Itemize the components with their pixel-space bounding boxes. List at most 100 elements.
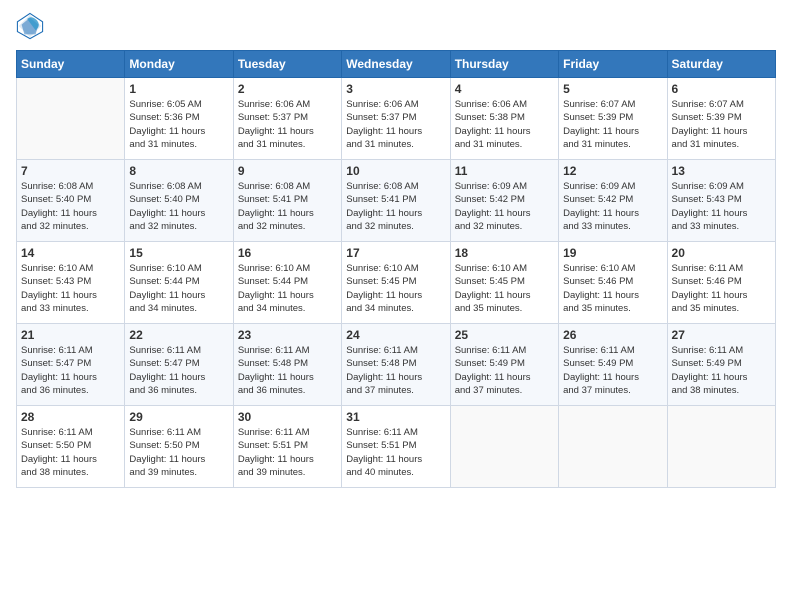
calendar-cell: 3 Sunrise: 6:06 AM Sunset: 5:37 PM Daylig… — [342, 78, 450, 160]
day-number: 14 — [21, 246, 120, 260]
day-number: 10 — [346, 164, 445, 178]
day-number: 28 — [21, 410, 120, 424]
weekday-header: Thursday — [450, 51, 558, 78]
day-number: 19 — [563, 246, 662, 260]
calendar-cell: 2Sunrise: 6:06 AM Sunset: 5:37 PM Daylig… — [233, 78, 341, 160]
day-info: Sunrise: 6:11 AM Sunset: 5:48 PM Dayligh… — [346, 344, 445, 397]
day-info: Sunrise: 6:10 AM Sunset: 5:46 PM Dayligh… — [563, 262, 662, 315]
calendar-cell: 10 Sunrise: 6:08 AM Sunset: 5:41 PM Dayli… — [342, 160, 450, 242]
day-info: Sunrise: 6:08 AM Sunset: 5:41 PM Dayligh… — [238, 180, 337, 233]
day-info: Sunrise: 6:11 AM Sunset: 5:50 PM Dayligh… — [129, 426, 228, 479]
weekday-header: Friday — [559, 51, 667, 78]
logo-icon — [16, 12, 44, 40]
calendar-cell: 24 Sunrise: 6:11 AM Sunset: 5:48 PM Dayli… — [342, 324, 450, 406]
calendar-week-row: 14 Sunrise: 6:10 AM Sunset: 5:43 PM Dayli… — [17, 242, 776, 324]
day-info: Sunrise: 6:11 AM Sunset: 5:49 PM Dayligh… — [455, 344, 554, 397]
day-info: Sunrise: 6:09 AM Sunset: 5:43 PM Dayligh… — [672, 180, 771, 233]
day-number: 30 — [238, 410, 337, 424]
day-info: Sunrise: 6:11 AM Sunset: 5:49 PM Dayligh… — [563, 344, 662, 397]
day-info: Sunrise: 6:08 AM Sunset: 5:40 PM Dayligh… — [21, 180, 120, 233]
calendar-cell: 4 Sunrise: 6:06 AM Sunset: 5:38 PM Daylig… — [450, 78, 558, 160]
calendar-cell: 22 Sunrise: 6:11 AM Sunset: 5:47 PM Dayli… — [125, 324, 233, 406]
calendar-cell — [450, 406, 558, 488]
calendar-cell: 6 Sunrise: 6:07 AM Sunset: 5:39 PM Daylig… — [667, 78, 775, 160]
day-number: 15 — [129, 246, 228, 260]
day-info: Sunrise: 6:10 AM Sunset: 5:45 PM Dayligh… — [455, 262, 554, 315]
day-number: 18 — [455, 246, 554, 260]
calendar-cell: 16 Sunrise: 6:10 AM Sunset: 5:44 PM Dayli… — [233, 242, 341, 324]
calendar-cell: 1 Sunrise: 6:05 AM Sunset: 5:36 PM Daylig… — [125, 78, 233, 160]
day-info: Sunrise: 6:06 AM Sunset: 5:37 PM Dayligh… — [346, 98, 445, 151]
calendar-cell: 29 Sunrise: 6:11 AM Sunset: 5:50 PM Dayli… — [125, 406, 233, 488]
day-number: 31 — [346, 410, 445, 424]
day-number: 27 — [672, 328, 771, 342]
calendar-cell — [17, 78, 125, 160]
calendar-cell — [559, 406, 667, 488]
calendar-cell: 19 Sunrise: 6:10 AM Sunset: 5:46 PM Dayli… — [559, 242, 667, 324]
day-number: 7 — [21, 164, 120, 178]
day-info: Sunrise: 6:10 AM Sunset: 5:45 PM Dayligh… — [346, 262, 445, 315]
weekday-header: Tuesday — [233, 51, 341, 78]
calendar-cell: 30Sunrise: 6:11 AM Sunset: 5:51 PM Dayli… — [233, 406, 341, 488]
calendar-cell: 25 Sunrise: 6:11 AM Sunset: 5:49 PM Dayli… — [450, 324, 558, 406]
calendar-cell: 13 Sunrise: 6:09 AM Sunset: 5:43 PM Dayli… — [667, 160, 775, 242]
day-info: Sunrise: 6:08 AM Sunset: 5:40 PM Dayligh… — [129, 180, 228, 233]
day-number: 25 — [455, 328, 554, 342]
day-number: 9 — [238, 164, 337, 178]
calendar-cell: 31 Sunrise: 6:11 AM Sunset: 5:51 PM Dayli… — [342, 406, 450, 488]
day-number: 26 — [563, 328, 662, 342]
day-info: Sunrise: 6:11 AM Sunset: 5:49 PM Dayligh… — [672, 344, 771, 397]
day-number: 3 — [346, 82, 445, 96]
day-info: Sunrise: 6:07 AM Sunset: 5:39 PM Dayligh… — [563, 98, 662, 151]
day-number: 24 — [346, 328, 445, 342]
day-number: 29 — [129, 410, 228, 424]
page: SundayMondayTuesdayWednesdayThursdayFrid… — [0, 0, 792, 612]
calendar-week-row: 7 Sunrise: 6:08 AM Sunset: 5:40 PM Daylig… — [17, 160, 776, 242]
day-info: Sunrise: 6:10 AM Sunset: 5:43 PM Dayligh… — [21, 262, 120, 315]
calendar-cell: 11 Sunrise: 6:09 AM Sunset: 5:42 PM Dayli… — [450, 160, 558, 242]
calendar-cell: 5Sunrise: 6:07 AM Sunset: 5:39 PM Daylig… — [559, 78, 667, 160]
day-number: 17 — [346, 246, 445, 260]
weekday-header-row: SundayMondayTuesdayWednesdayThursdayFrid… — [17, 51, 776, 78]
day-number: 20 — [672, 246, 771, 260]
day-info: Sunrise: 6:10 AM Sunset: 5:44 PM Dayligh… — [238, 262, 337, 315]
calendar-table: SundayMondayTuesdayWednesdayThursdayFrid… — [16, 50, 776, 488]
day-info: Sunrise: 6:11 AM Sunset: 5:47 PM Dayligh… — [129, 344, 228, 397]
day-number: 12 — [563, 164, 662, 178]
day-number: 8 — [129, 164, 228, 178]
day-info: Sunrise: 6:05 AM Sunset: 5:36 PM Dayligh… — [129, 98, 228, 151]
day-number: 6 — [672, 82, 771, 96]
day-number: 13 — [672, 164, 771, 178]
calendar-cell: 12 Sunrise: 6:09 AM Sunset: 5:42 PM Dayli… — [559, 160, 667, 242]
day-info: Sunrise: 6:11 AM Sunset: 5:46 PM Dayligh… — [672, 262, 771, 315]
day-info: Sunrise: 6:07 AM Sunset: 5:39 PM Dayligh… — [672, 98, 771, 151]
calendar-cell — [667, 406, 775, 488]
day-number: 23 — [238, 328, 337, 342]
day-info: Sunrise: 6:06 AM Sunset: 5:38 PM Dayligh… — [455, 98, 554, 151]
day-info: Sunrise: 6:09 AM Sunset: 5:42 PM Dayligh… — [455, 180, 554, 233]
calendar-cell: 21Sunrise: 6:11 AM Sunset: 5:47 PM Dayli… — [17, 324, 125, 406]
calendar-cell: 20 Sunrise: 6:11 AM Sunset: 5:46 PM Dayli… — [667, 242, 775, 324]
calendar-cell: 17 Sunrise: 6:10 AM Sunset: 5:45 PM Dayli… — [342, 242, 450, 324]
calendar-week-row: 1 Sunrise: 6:05 AM Sunset: 5:36 PM Daylig… — [17, 78, 776, 160]
logo — [16, 12, 48, 40]
day-info: Sunrise: 6:11 AM Sunset: 5:50 PM Dayligh… — [21, 426, 120, 479]
day-info: Sunrise: 6:09 AM Sunset: 5:42 PM Dayligh… — [563, 180, 662, 233]
calendar-cell: 8 Sunrise: 6:08 AM Sunset: 5:40 PM Daylig… — [125, 160, 233, 242]
weekday-header: Saturday — [667, 51, 775, 78]
day-number: 1 — [129, 82, 228, 96]
day-number: 4 — [455, 82, 554, 96]
day-number: 11 — [455, 164, 554, 178]
day-info: Sunrise: 6:11 AM Sunset: 5:51 PM Dayligh… — [346, 426, 445, 479]
day-info: Sunrise: 6:11 AM Sunset: 5:48 PM Dayligh… — [238, 344, 337, 397]
weekday-header: Wednesday — [342, 51, 450, 78]
day-number: 16 — [238, 246, 337, 260]
day-info: Sunrise: 6:10 AM Sunset: 5:44 PM Dayligh… — [129, 262, 228, 315]
calendar-cell: 15 Sunrise: 6:10 AM Sunset: 5:44 PM Dayli… — [125, 242, 233, 324]
calendar-cell: 14 Sunrise: 6:10 AM Sunset: 5:43 PM Dayli… — [17, 242, 125, 324]
header — [16, 12, 776, 40]
day-info: Sunrise: 6:08 AM Sunset: 5:41 PM Dayligh… — [346, 180, 445, 233]
calendar-cell: 7 Sunrise: 6:08 AM Sunset: 5:40 PM Daylig… — [17, 160, 125, 242]
calendar-cell: 26 Sunrise: 6:11 AM Sunset: 5:49 PM Dayli… — [559, 324, 667, 406]
day-number: 22 — [129, 328, 228, 342]
